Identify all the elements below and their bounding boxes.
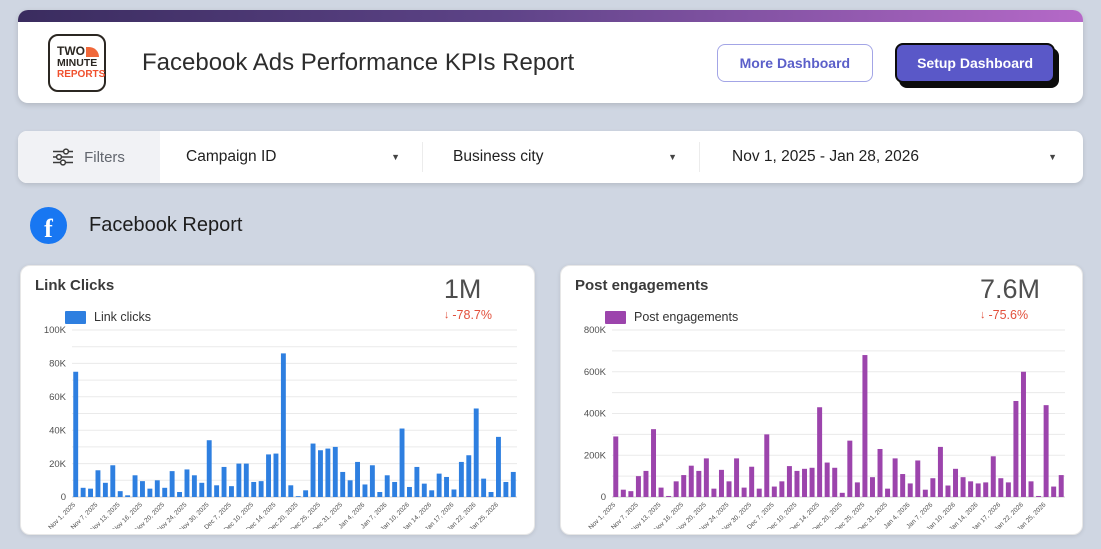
chevron-down-icon: ▼ xyxy=(391,152,400,162)
metric-change: ↓ -75.6% xyxy=(980,308,1028,322)
change-percent: -75.6% xyxy=(988,308,1029,322)
filter-bar: Filters Campaign ID ▼ Business city ▼ No… xyxy=(18,131,1083,183)
legend-label: Link clicks xyxy=(94,310,151,324)
logo-pie-icon xyxy=(86,47,99,58)
date-range-value: Nov 1, 2025 - Jan 28, 2026 xyxy=(732,148,919,165)
logo-text-reports: REPORTS xyxy=(57,68,106,80)
link-clicks-card: Link Clicks 1M ↓ -78.7% Link clicks 0 20K… xyxy=(20,265,535,535)
metric-block: 1M ↓ -78.7% xyxy=(444,274,492,322)
down-arrow-icon: ↓ xyxy=(979,309,986,321)
metric-block: 7.6M ↓ -75.6% xyxy=(980,274,1040,322)
metric-total: 1M xyxy=(443,274,482,304)
svg-text:0: 0 xyxy=(601,492,606,503)
two-minute-reports-logo: TWO MINUTE REPORTS xyxy=(48,33,106,92)
facebook-report-section-header: f Facebook Report xyxy=(30,207,242,244)
svg-text:400K: 400K xyxy=(584,409,607,420)
legend-swatch xyxy=(65,310,86,324)
svg-text:80K: 80K xyxy=(49,359,67,370)
svg-text:60K: 60K xyxy=(49,392,67,403)
legend-label: Post engagements xyxy=(634,310,739,324)
filters-label: Filters xyxy=(84,148,125,166)
post-engagements-card: Post engagements 7.6M ↓ -75.6% Post enga… xyxy=(560,265,1083,535)
page-title: Facebook Ads Performance KPIs Report xyxy=(142,48,575,76)
change-percent: -78.7% xyxy=(452,308,492,322)
dashboard-page: TWO MINUTE REPORTS Facebook Ads Performa… xyxy=(0,0,1101,549)
post-engagements-bar-chart[interactable]: 0 200K 400K 600K 800K Nov 1, 2025 Nov 7, 2025 N… xyxy=(575,326,1068,529)
campaign-id-dropdown[interactable]: Campaign ID ▼ xyxy=(160,131,422,183)
chevron-down-icon: ▼ xyxy=(668,152,677,162)
section-title: Facebook Report xyxy=(89,214,243,236)
metric-total: 7.6M xyxy=(979,274,1040,304)
more-dashboard-button[interactable]: More Dashboard xyxy=(716,43,874,82)
svg-text:40K: 40K xyxy=(49,425,67,436)
svg-text:600K: 600K xyxy=(584,367,607,378)
logo-text-minute: MINUTE xyxy=(57,57,98,70)
header-card: TWO MINUTE REPORTS Facebook Ads Performa… xyxy=(18,10,1083,103)
legend-swatch xyxy=(605,310,626,324)
filters-toggle[interactable]: Filters xyxy=(18,131,160,183)
business-city-dropdown[interactable]: Business city ▼ xyxy=(423,131,699,183)
svg-text:0: 0 xyxy=(61,492,66,503)
sliders-icon xyxy=(53,148,74,166)
metric-change: ↓ -78.7% xyxy=(444,308,492,322)
setup-dashboard-button[interactable]: Setup Dashboard xyxy=(895,42,1055,83)
svg-text:20K: 20K xyxy=(49,459,67,470)
svg-text:100K: 100K xyxy=(44,326,67,336)
down-arrow-icon: ↓ xyxy=(443,309,450,321)
date-range-picker[interactable]: Nov 1, 2025 - Jan 28, 2026 ▼ xyxy=(700,131,1083,183)
header-gradient-strip xyxy=(18,10,1083,22)
business-city-value: Business city xyxy=(453,148,544,165)
campaign-id-value: Campaign ID xyxy=(186,148,277,165)
chevron-down-icon: ▼ xyxy=(1048,152,1057,162)
svg-text:200K: 200K xyxy=(584,450,607,461)
link-clicks-bar-chart[interactable]: 0 20K 40K 60K 80K 100K Nov 1, 2025 Nov 7, 2025 N… xyxy=(35,326,520,529)
logo-text-two: TWO xyxy=(57,44,85,59)
facebook-icon: f xyxy=(30,207,67,244)
svg-text:800K: 800K xyxy=(584,326,607,336)
